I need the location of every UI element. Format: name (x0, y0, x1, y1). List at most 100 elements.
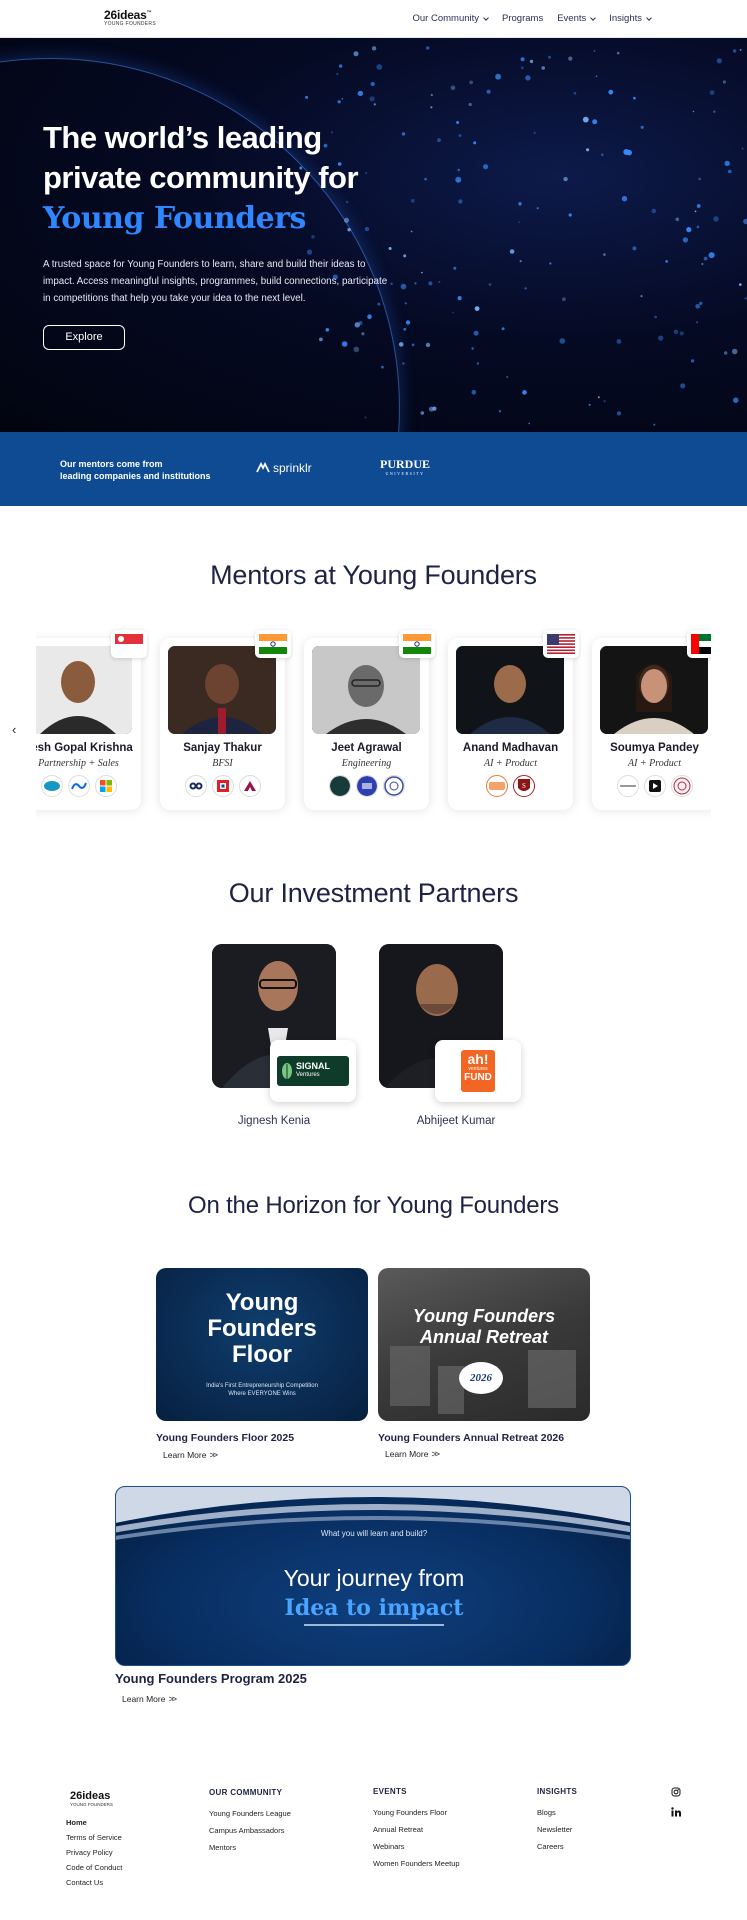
footer-link[interactable]: Young Founders League (209, 1805, 291, 1822)
sprinklr-logo: sprinklr (256, 461, 312, 475)
nav-programs[interactable]: Programs (502, 13, 543, 24)
footer-link[interactable]: Careers (537, 1838, 577, 1855)
footer-link-conduct[interactable]: Code of Conduct (66, 1860, 122, 1875)
hero-light-dot (698, 177, 701, 181)
mentor-card[interactable]: Anand Madhavan AI + Product S (448, 630, 579, 810)
ah-badge: ah! ventures FUND (461, 1050, 495, 1092)
partners-heading: Our Investment Partners (228, 878, 519, 908)
hero-light-dot (520, 57, 525, 62)
learn-more-label: Learn More (385, 1449, 429, 1459)
uae-flag-icon (687, 630, 711, 658)
hero-light-dot (640, 295, 643, 298)
footer-link[interactable]: Blogs (537, 1804, 577, 1821)
nav-label: Events (557, 13, 587, 24)
hero-light-dot (371, 46, 377, 51)
mentor-card[interactable]: Jeet Agrawal Engineering (304, 630, 435, 810)
hero-light-dot (518, 221, 520, 223)
hero-light-dot (533, 131, 536, 134)
hero-light-dot (682, 237, 689, 243)
hero-light-dot (519, 260, 522, 263)
nav-events[interactable]: Events (557, 13, 597, 24)
hero-light-dot (658, 335, 664, 341)
hero-light-dot (732, 49, 737, 53)
learn-more-link[interactable]: Learn More >> (163, 1450, 218, 1460)
double-chevron-right-icon: >> (431, 1449, 439, 1459)
hero-section: The world’s leading private community fo… (0, 38, 747, 432)
carousel-prev-icon[interactable]: ‹ (12, 722, 16, 737)
hero-light-dot (364, 226, 370, 232)
hero-light-dot (665, 260, 669, 263)
event-title: Young Founders Annual Retreat 2026 (378, 1432, 565, 1444)
hero-light-dot (716, 58, 722, 64)
sprinklr-icon (256, 462, 270, 473)
footer-link[interactable]: Mentors (209, 1839, 291, 1856)
hero-light-dot (438, 281, 441, 283)
nav-our-community[interactable]: Our Community (413, 13, 489, 24)
hero-light-dot (708, 252, 715, 259)
program-banner[interactable]: What you will learn and build? Your jour… (115, 1486, 631, 1666)
hero-light-dot (692, 110, 695, 113)
hero-light-dot (739, 283, 742, 286)
event-card-floor[interactable]: Young Founders Floor India's First Entre… (156, 1268, 368, 1421)
mentor-photo (600, 646, 708, 734)
person-photo-icon (36, 646, 132, 734)
hero-title-line1: The world’s leading (43, 120, 322, 155)
footer-link-contact[interactable]: Contact Us (66, 1875, 122, 1890)
hero-light-dot (457, 296, 462, 301)
mentor-card[interactable]: Soumya Pandey AI + Product (592, 630, 711, 810)
mentor-company-logos (592, 775, 711, 797)
hero-light-dot (686, 227, 692, 233)
footer-link[interactable]: Annual Retreat (373, 1821, 460, 1838)
hero-light-dot (358, 321, 363, 326)
hero-light-dot (724, 351, 728, 355)
double-chevron-right-icon: >> (168, 1694, 176, 1704)
instagram-icon[interactable] (671, 1784, 681, 1802)
program-line2: Idea to impact (284, 1595, 464, 1621)
footer-link[interactable]: Campus Ambassadors (209, 1822, 291, 1839)
footer-col-heading: EVENTS (373, 1787, 407, 1796)
strip-text-line1: Our mentors come from (60, 459, 163, 469)
nav-insights[interactable]: Insights (609, 13, 652, 24)
mentor-card[interactable]: nesh Gopal Krishna Partnership + Sales (36, 630, 147, 810)
footer-logo[interactable]: 26ideas YOUNG FOUNDERS (70, 1790, 113, 1807)
floor-image-line3: Floor (232, 1341, 292, 1368)
chevron-down-icon (590, 14, 597, 21)
footer-link[interactable]: Women Founders Meetup (373, 1855, 460, 1872)
hero-light-dot (675, 217, 680, 222)
hero-light-dot (713, 216, 719, 222)
learn-more-link[interactable]: Learn More >> (385, 1449, 440, 1459)
learn-more-link[interactable]: Learn More >> (122, 1694, 177, 1704)
hero-light-dot (483, 164, 489, 170)
footer-link[interactable]: Young Founders Floor (373, 1804, 460, 1821)
mentor-company-logos (160, 775, 285, 797)
hero-light-dot (640, 125, 644, 129)
floor-caption1: India's First Entrepreneurship Competiti… (206, 1383, 318, 1389)
hero-light-dot (651, 208, 657, 214)
hero-light-dot (495, 73, 501, 80)
footer-community-col: OUR COMMUNITY Young Founders League Camp… (209, 1784, 291, 1856)
chevron-down-icon (646, 14, 652, 21)
hero-light-dot (458, 199, 463, 204)
explore-button[interactable]: Explore (43, 325, 125, 350)
company-logo-icon (486, 775, 508, 797)
footer-link-privacy[interactable]: Privacy Policy (66, 1845, 122, 1860)
hero-light-dot (341, 341, 348, 347)
hero-light-dot (680, 383, 686, 389)
footer-link-terms[interactable]: Terms of Service (66, 1830, 122, 1845)
hero-light-dot (361, 332, 365, 336)
signal-badge: SIGNAL Ventures (277, 1056, 349, 1086)
retreat-image-title: Young Founders Annual Retreat (378, 1306, 590, 1348)
event-card-retreat[interactable]: Young Founders Annual Retreat 2026 (378, 1268, 590, 1421)
hero-light-dot (595, 75, 598, 78)
retreat-image-line1: Young Founders (412, 1306, 556, 1326)
hero-light-dot (411, 343, 415, 347)
hero-light-dot (654, 315, 657, 319)
footer-link[interactable]: Newsletter (537, 1821, 577, 1838)
mentor-card[interactable]: Sanjay Thakur BFSI (160, 630, 291, 810)
brand-logo[interactable]: 26ideas™ YOUNG FOUNDERS (104, 8, 156, 27)
footer-link[interactable]: Webinars (373, 1838, 460, 1855)
floor-image-line2: Founders (207, 1315, 317, 1342)
hero-light-dot (353, 346, 360, 353)
footer-link-home[interactable]: Home (66, 1815, 122, 1830)
linkedin-icon[interactable] (671, 1804, 681, 1822)
